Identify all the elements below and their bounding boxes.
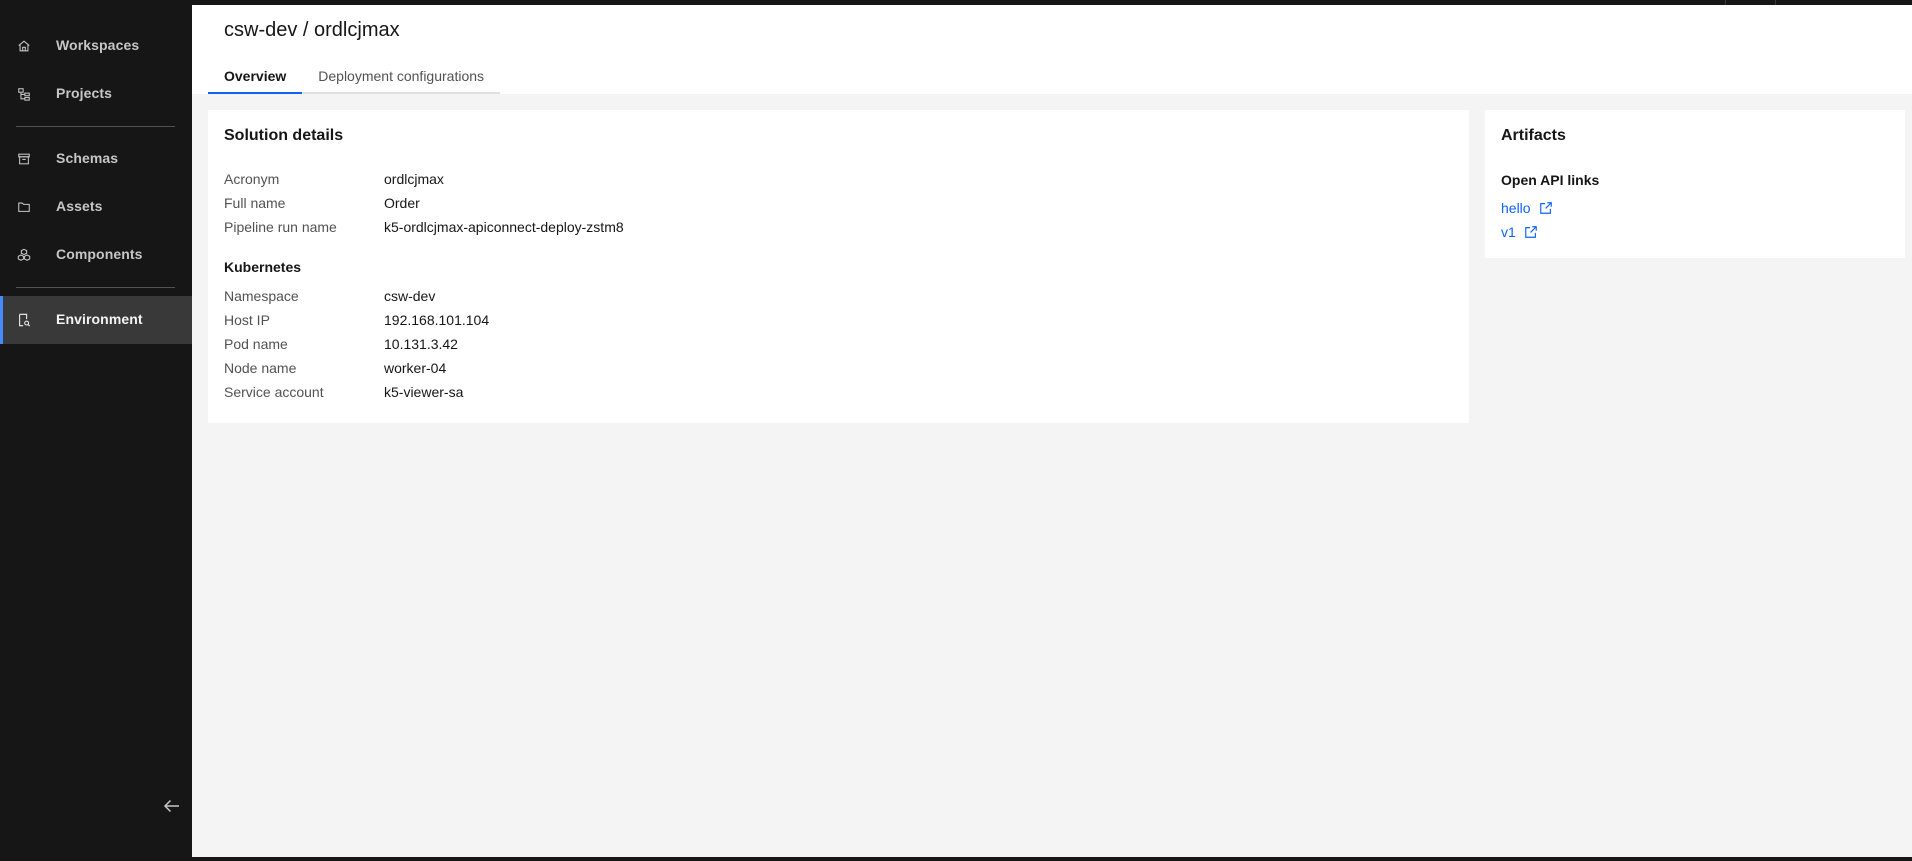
sidebar-item-label: Schemas [56, 150, 119, 166]
detail-key: Node name [224, 360, 297, 376]
api-link-label: v1 [1501, 224, 1516, 240]
solution-details-card: Solution details Acronym ordlcjmax Full … [208, 110, 1469, 423]
sidebar-item-assets[interactable]: Assets [0, 183, 192, 231]
detail-value: k5-ordlcjmax-apiconnect-deploy-zstm8 [384, 219, 624, 235]
cubes-icon [16, 247, 32, 263]
detail-value: 192.168.101.104 [384, 312, 490, 328]
launch-icon [1524, 225, 1538, 239]
main-content: csw-dev / ordlcjmax Overview Deployment … [192, 5, 1912, 857]
nav-divider [16, 126, 175, 127]
api-link-label: hello [1501, 200, 1531, 216]
launch-icon [1539, 201, 1553, 215]
sidebar-item-label: Components [56, 246, 143, 262]
sidebar-item-environment[interactable]: Environment [0, 296, 192, 344]
sidebar-item-schemas[interactable]: Schemas [0, 135, 192, 183]
page-title: csw-dev / ordlcjmax [224, 19, 400, 41]
detail-key: Host IP [224, 312, 270, 328]
bottom-bar [0, 857, 1912, 861]
home-icon [16, 38, 32, 54]
nav-divider [16, 287, 175, 288]
card-title: Solution details [224, 127, 344, 144]
detail-value: ordlcjmax [384, 171, 444, 187]
tree-view-icon [16, 86, 32, 102]
sidebar-item-label: Assets [56, 198, 103, 214]
document-view-icon [16, 312, 32, 328]
detail-key: Namespace [224, 288, 299, 304]
detail-value: Order [384, 195, 420, 211]
sidebar-item-label: Projects [56, 85, 113, 101]
section-title: Kubernetes [224, 259, 302, 275]
tab-list: Overview Deployment configurations [208, 60, 501, 94]
sidebar-item-workspaces[interactable]: Workspaces [0, 22, 192, 70]
detail-key: Full name [224, 195, 286, 211]
api-link-hello[interactable]: hello [1501, 198, 1553, 218]
detail-key: Pipeline run name [224, 219, 337, 235]
card-title: Artifacts [1501, 127, 1566, 144]
sidebar-item-components[interactable]: Components [0, 231, 192, 279]
sidebar-item-label: Workspaces [56, 37, 140, 53]
detail-key: Acronym [224, 171, 280, 187]
arrow-left-icon [162, 796, 182, 821]
page-header: csw-dev / ordlcjmax Overview Deployment … [192, 5, 1912, 94]
detail-value: worker-04 [384, 360, 447, 376]
detail-value: 10.131.3.42 [384, 336, 458, 352]
collapse-sidebar-button[interactable] [160, 796, 184, 820]
tab-overview[interactable]: Overview [208, 60, 303, 94]
api-link-v1[interactable]: v1 [1501, 222, 1538, 242]
folder-icon [16, 199, 32, 215]
sidebar-item-label: Environment [56, 311, 143, 327]
detail-key: Service account [224, 384, 324, 400]
artifacts-card: Artifacts Open API links hello v1 [1485, 110, 1905, 258]
tab-deployment-configurations[interactable]: Deployment configurations [302, 60, 501, 94]
archive-icon [16, 151, 32, 167]
side-nav: Workspaces Projects Schemas Assets Compo… [0, 0, 192, 861]
detail-key: Pod name [224, 336, 288, 352]
detail-value: csw-dev [384, 288, 436, 304]
sidebar-item-projects[interactable]: Projects [0, 70, 192, 118]
section-title: Open API links [1501, 172, 1600, 188]
detail-value: k5-viewer-sa [384, 384, 464, 400]
